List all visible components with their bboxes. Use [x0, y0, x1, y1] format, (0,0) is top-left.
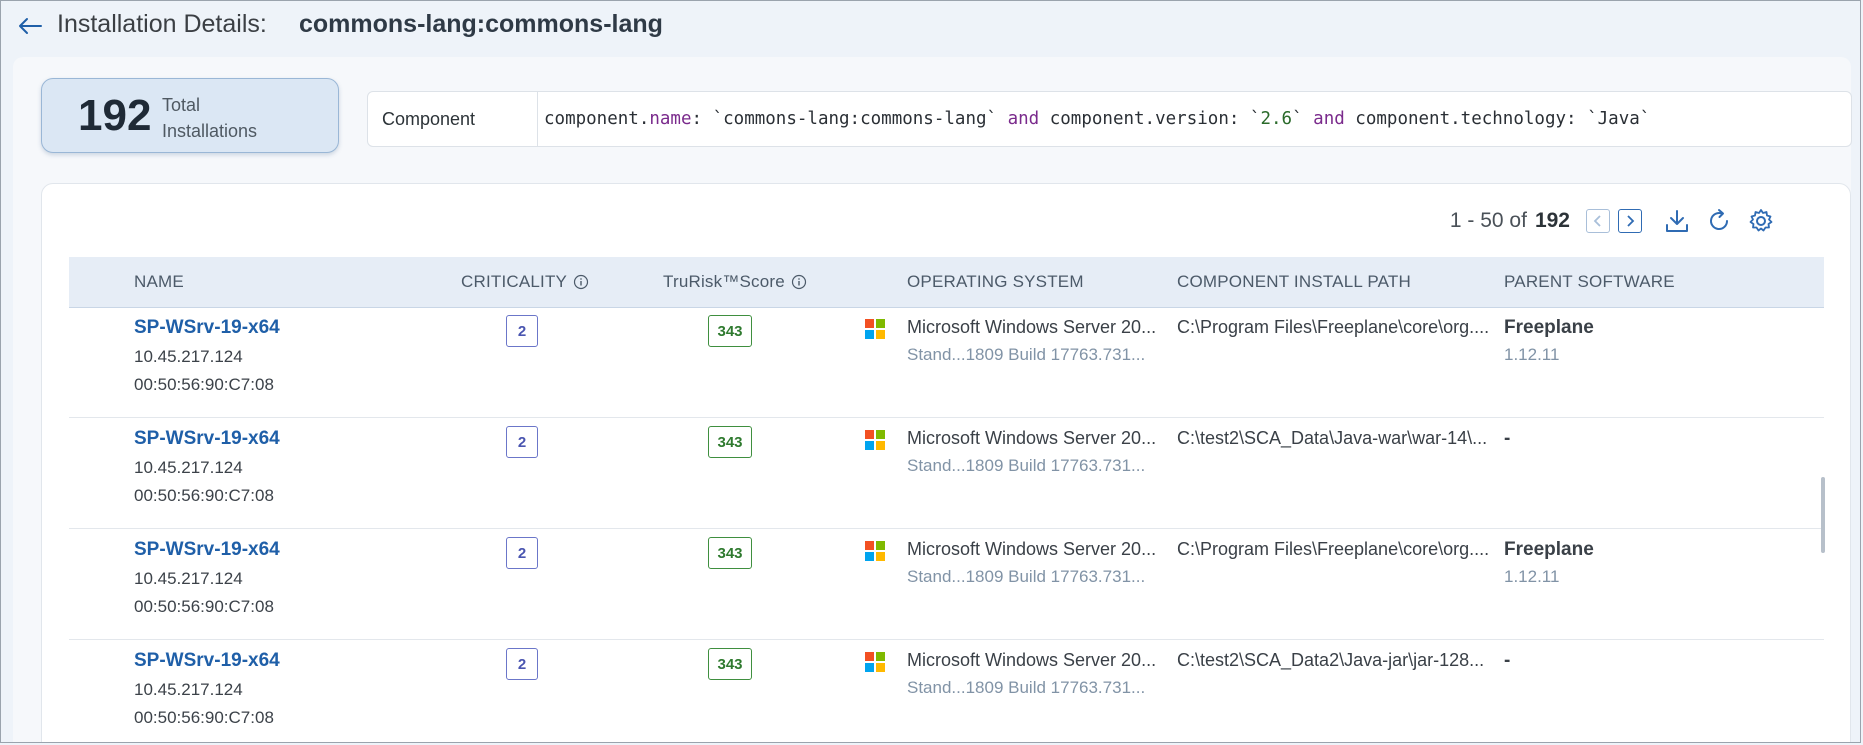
- settings-button[interactable]: [1746, 206, 1776, 236]
- parent-software: Freeplane: [1504, 317, 1594, 338]
- column-header-criticality[interactable]: CRITICALITY: [461, 257, 589, 307]
- query-token: component.technology: `Java`: [1344, 109, 1651, 129]
- column-header-os-label: OPERATING SYSTEM: [907, 272, 1084, 291]
- query-bar: Component component. name: `commons-lang:…: [367, 91, 1852, 147]
- query-token: 2.6: [1260, 109, 1293, 129]
- query-label: Component: [368, 92, 538, 146]
- column-header-os[interactable]: OPERATING SYSTEM: [907, 257, 1084, 307]
- table-row: SP-WSrv-19-x64 10.45.217.124 00:50:56:90…: [69, 640, 1824, 742]
- install-path: C:\test2\SCA_Data\Java-war\war-14\...: [1177, 428, 1488, 448]
- mac-address: 00:50:56:90:C7:08: [134, 375, 274, 394]
- query-token: : `commons-lang:commons-lang`: [691, 109, 1008, 129]
- install-path: C:\Program Files\Freeplane\core\org....: [1177, 539, 1490, 559]
- info-icon[interactable]: [573, 274, 589, 290]
- table-row: SP-WSrv-19-x64 10.45.217.124 00:50:56:90…: [69, 529, 1824, 640]
- installations-count: 192: [78, 91, 152, 140]
- install-path: C:\test2\SCA_Data2\Java-jar\jar-128...: [1177, 650, 1485, 670]
- windows-logo-icon: [865, 652, 885, 672]
- column-header-name-label: NAME: [134, 272, 184, 291]
- pagination-total: 192: [1534, 209, 1570, 232]
- criticality-badge: 2: [506, 537, 538, 569]
- pagination: 1 - 50 of 192: [1450, 206, 1776, 236]
- host-link[interactable]: SP-WSrv-19-x64: [134, 317, 280, 339]
- query-token: component.: [544, 109, 650, 129]
- table-row: SP-WSrv-19-x64 10.45.217.124 00:50:56:90…: [69, 307, 1824, 418]
- column-header-criticality-label: CRITICALITY: [461, 272, 568, 291]
- query-expression[interactable]: component. name: `commons-lang:commons-la…: [544, 92, 1650, 146]
- arrow-left-icon: [19, 18, 42, 34]
- query-token: component.version: `: [1039, 109, 1261, 129]
- windows-logo-icon: [865, 319, 885, 339]
- os-detail: Stand...1809 Build 17763.731...: [907, 456, 1146, 475]
- trurisk-score-badge: 343: [708, 315, 752, 347]
- pagination-range: 1 - 50 of: [1449, 209, 1527, 232]
- install-path: C:\Program Files\Freeplane\core\org....: [1177, 317, 1490, 337]
- column-header-trurisk[interactable]: TruRisk™Score: [663, 257, 807, 307]
- column-header-trurisk-label: TruRisk™Score: [663, 272, 785, 291]
- os-name: Microsoft Windows Server 20...: [907, 428, 1157, 448]
- page-header: Installation Details: commons-lang:commo…: [1, 1, 1860, 53]
- host-link[interactable]: SP-WSrv-19-x64: [134, 539, 280, 561]
- table-body: SP-WSrv-19-x64 10.45.217.124 00:50:56:90…: [69, 307, 1824, 742]
- mac-address: 00:50:56:90:C7:08: [134, 708, 274, 727]
- column-header-parent[interactable]: PARENT SOFTWARE: [1504, 257, 1675, 307]
- criticality-badge: 2: [506, 648, 538, 680]
- back-button[interactable]: [15, 11, 45, 41]
- trurisk-score-badge: 343: [708, 537, 752, 569]
- previous-page-button[interactable]: [1586, 209, 1610, 233]
- ip-address: 10.45.217.124: [134, 680, 243, 699]
- column-header-name[interactable]: NAME: [134, 257, 184, 307]
- ip-address: 10.45.217.124: [134, 458, 243, 477]
- os-name: Microsoft Windows Server 20...: [907, 650, 1157, 670]
- column-header-path[interactable]: COMPONENT INSTALL PATH: [1177, 257, 1411, 307]
- os-detail: Stand...1809 Build 17763.731...: [907, 567, 1146, 586]
- parent-software-version: 1.12.11: [1504, 345, 1560, 364]
- gear-icon: [1749, 209, 1773, 232]
- parent-software: -: [1504, 650, 1511, 671]
- host-link[interactable]: SP-WSrv-19-x64: [134, 650, 280, 672]
- os-name: Microsoft Windows Server 20...: [907, 539, 1157, 559]
- windows-logo-icon: [865, 541, 885, 561]
- column-header-path-label: COMPONENT INSTALL PATH: [1177, 272, 1411, 291]
- next-page-button[interactable]: [1618, 209, 1642, 233]
- ip-address: 10.45.217.124: [134, 569, 243, 588]
- windows-logo-icon: [865, 430, 885, 450]
- mac-address: 00:50:56:90:C7:08: [134, 486, 274, 505]
- os-name: Microsoft Windows Server 20...: [907, 317, 1157, 337]
- total-installations-card: 192 Total Installations: [41, 78, 339, 153]
- column-header-parent-label: PARENT SOFTWARE: [1504, 272, 1675, 291]
- table-row: SP-WSrv-19-x64 10.45.217.124 00:50:56:90…: [69, 418, 1824, 529]
- host-link[interactable]: SP-WSrv-19-x64: [134, 428, 280, 450]
- ip-address: 10.45.217.124: [134, 347, 243, 366]
- page-title-value: commons-lang:commons-lang: [299, 10, 663, 38]
- parent-software-version: 1.12.11: [1504, 567, 1560, 586]
- refresh-button[interactable]: [1704, 206, 1734, 236]
- query-token: and: [1313, 109, 1345, 129]
- page-title-label: Installation Details:: [57, 10, 267, 38]
- parent-software: -: [1504, 428, 1511, 449]
- refresh-icon: [1710, 209, 1728, 230]
- criticality-badge: 2: [506, 426, 538, 458]
- download-icon: [1666, 210, 1688, 232]
- vertical-scrollbar[interactable]: [1821, 477, 1825, 553]
- chevron-left-icon: [1593, 215, 1601, 227]
- parent-software: Freeplane: [1504, 539, 1594, 560]
- criticality-badge: 2: [506, 315, 538, 347]
- download-button[interactable]: [1662, 206, 1692, 236]
- trurisk-score-badge: 343: [708, 426, 752, 458]
- os-detail: Stand...1809 Build 17763.731...: [907, 678, 1146, 697]
- query-token: name: [649, 109, 692, 129]
- mac-address: 00:50:56:90:C7:08: [134, 597, 274, 616]
- chevron-right-icon: [1627, 215, 1635, 227]
- trurisk-score-badge: 343: [708, 648, 752, 680]
- query-token: and: [1007, 109, 1040, 129]
- query-token: `: [1292, 109, 1314, 129]
- os-detail: Stand...1809 Build 17763.731...: [907, 345, 1146, 364]
- info-icon[interactable]: [791, 274, 807, 290]
- app-window: Installation Details: commons-lang:commo…: [0, 0, 1861, 743]
- table-header: NAME CRITICALITY TruRisk™Score OPERATING…: [69, 257, 1824, 308]
- installations-label: Total Installations: [162, 95, 258, 141]
